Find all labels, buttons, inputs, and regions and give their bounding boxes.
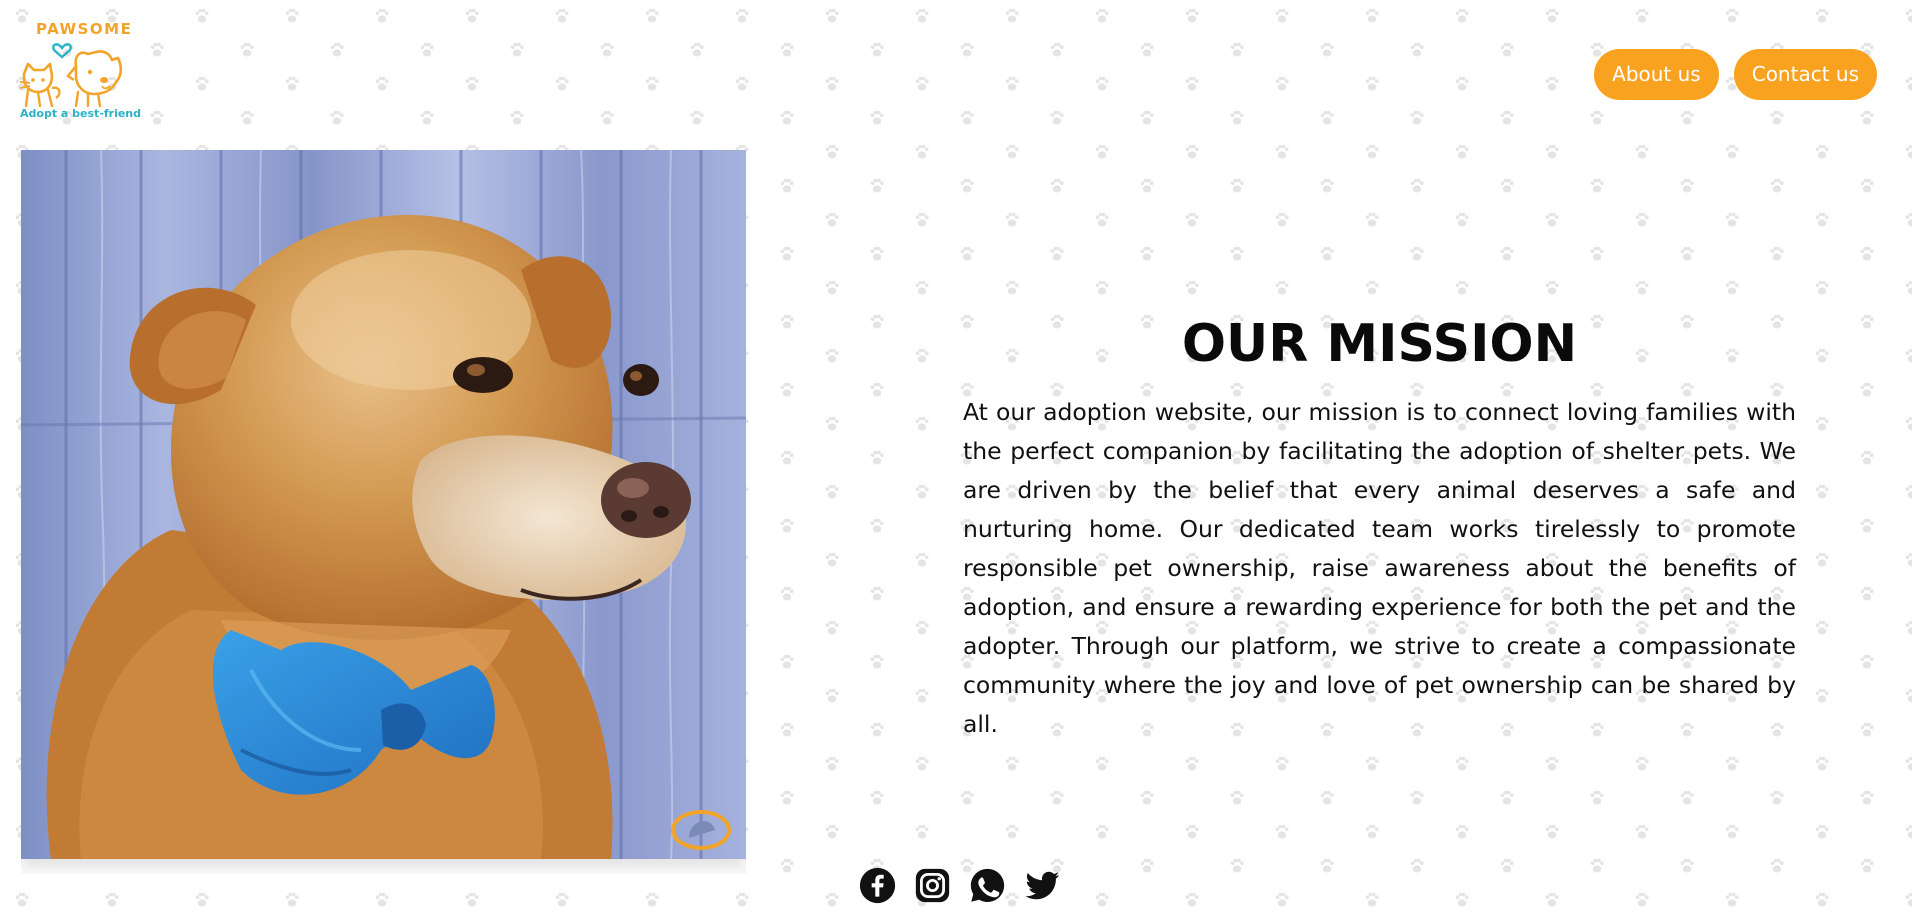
mission-body: At our adoption website, our mission is … (963, 398, 1796, 738)
social-links (859, 867, 1061, 904)
whatsapp-icon[interactable] (969, 867, 1006, 904)
twitter-icon[interactable] (1024, 867, 1061, 904)
instagram-icon[interactable] (914, 867, 951, 904)
contact-us-button[interactable]: Contact us (1733, 49, 1877, 100)
mission-title: OUR MISSION (1181, 314, 1578, 374)
site-logo[interactable]: PAWSOME Adopt a best-friend (18, 20, 148, 125)
cat-dog-heart-logo-icon (19, 43, 123, 108)
photo-shadow (21, 859, 746, 874)
hero-dog-photo (21, 150, 746, 859)
logo-tagline: Adopt a best-friend (20, 107, 142, 120)
header-nav: About us Contact us (1594, 49, 1877, 100)
mission-section: OUR MISSION At our adoption website, our… (963, 305, 1796, 744)
facebook-icon[interactable] (859, 867, 896, 904)
about-us-button[interactable]: About us (1594, 49, 1719, 100)
